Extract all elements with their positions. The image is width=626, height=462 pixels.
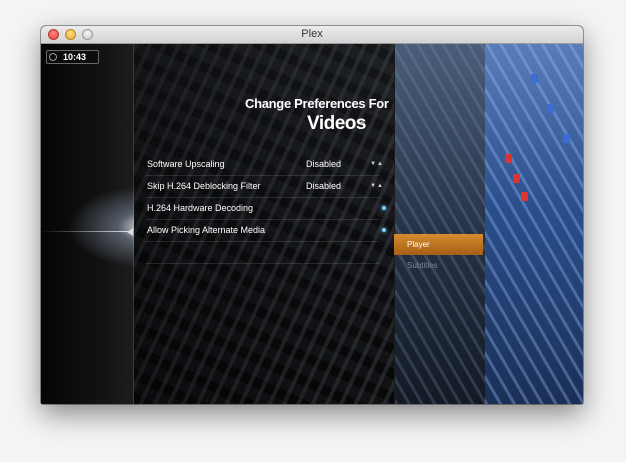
setting-value: Disabled — [306, 159, 342, 169]
toggle-on-indicator[interactable] — [382, 206, 386, 210]
setting-label: Skip H.264 Deblocking Filter — [147, 181, 261, 191]
setting-value: Disabled — [306, 181, 342, 191]
fader-knob — [563, 134, 570, 143]
menu-item-subtitles[interactable]: Subtitles — [394, 255, 483, 276]
sidebar: 10:43 — [41, 44, 171, 404]
fader-knob — [513, 174, 520, 183]
setting-hardware-decoding[interactable]: H.264 Hardware Decoding — [146, 198, 386, 220]
settings-list: Software Upscaling Disabled ▼▲ Skip H.26… — [146, 154, 386, 264]
settings-divider — [146, 242, 379, 264]
clock-badge: 10:43 — [46, 50, 99, 64]
menu-item-player[interactable]: Player — [394, 234, 483, 255]
setting-software-upscaling[interactable]: Software Upscaling Disabled ▼▲ — [146, 154, 383, 176]
setting-label: Allow Picking Alternate Media — [147, 225, 266, 235]
setting-label: H.264 Hardware Decoding — [147, 203, 254, 213]
clock-time: 10:43 — [63, 52, 87, 62]
preferences-menu: Player Subtitles — [394, 234, 483, 276]
heading-arrow-icon: ▸ — [361, 118, 366, 127]
page-title: Videos — [307, 113, 366, 134]
sidebar-glow-line — [41, 231, 133, 232]
plex-window: Plex 10:43 Change Preferences For Videos… — [41, 26, 583, 404]
window-title: Plex — [301, 28, 323, 40]
title-bar[interactable]: Plex — [41, 26, 583, 44]
clock-icon — [49, 53, 57, 61]
setting-alternate-media[interactable]: Allow Picking Alternate Media — [146, 220, 386, 242]
toggle-on-indicator[interactable] — [382, 228, 386, 232]
stepper-arrows-icon[interactable]: ▼▲ — [370, 154, 384, 175]
fader-knob — [521, 192, 528, 201]
fader-knob — [505, 154, 512, 163]
mid-fader-column — [394, 44, 486, 404]
setting-label: Software Upscaling — [147, 159, 225, 169]
fader-knob — [531, 74, 538, 83]
page-heading-prefix: Change Preferences For — [245, 96, 389, 111]
fader-knob — [547, 104, 554, 113]
setting-skip-deblocking[interactable]: Skip H.264 Deblocking Filter Disabled ▼▲ — [146, 176, 383, 198]
app-content: 10:43 Change Preferences For Videos ▸ So… — [41, 44, 583, 404]
sidebar-pointer-icon — [127, 228, 133, 236]
stepper-arrows-icon[interactable]: ▼▲ — [370, 176, 384, 197]
right-fader-column — [485, 44, 583, 404]
